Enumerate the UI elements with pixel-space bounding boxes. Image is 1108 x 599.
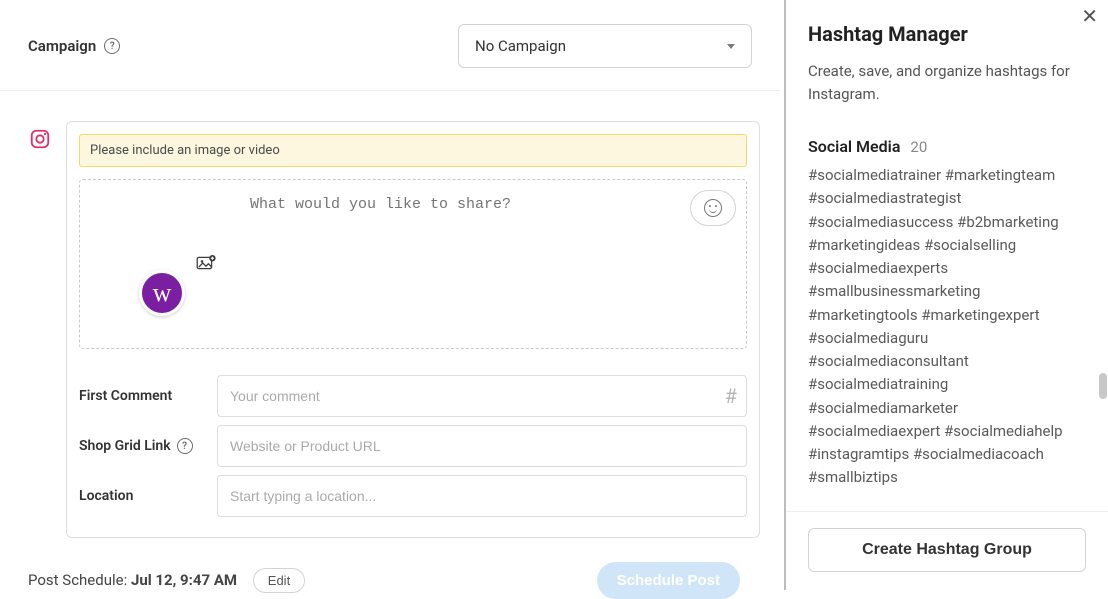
location-label: Location — [79, 488, 207, 504]
media-required-alert: Please include an image or video — [79, 134, 747, 167]
emoji-picker-button[interactable] — [690, 190, 736, 226]
hashtag-group-header[interactable]: Social Media 20 — [808, 137, 1086, 156]
shop-grid-label: Shop Grid Link — [79, 438, 171, 454]
main-panel: Campaign ? No Campaign Please include an… — [0, 0, 780, 590]
help-icon[interactable]: ? — [177, 438, 193, 454]
hashtag-button[interactable]: # — [725, 384, 737, 408]
hashtag-manager-desc: Create, save, and organize hashtags for … — [808, 60, 1086, 105]
location-input[interactable] — [217, 475, 747, 517]
help-icon[interactable]: ? — [104, 38, 120, 54]
campaign-row: Campaign ? No Campaign — [0, 0, 780, 91]
first-comment-label: First Comment — [79, 388, 207, 404]
campaign-select[interactable]: No Campaign — [458, 24, 752, 68]
composer-wrap: Please include an image or video w — [0, 91, 780, 538]
hashtag-manager-panel: ✕ Hashtag Manager Create, save, and orga… — [784, 0, 1108, 590]
campaign-label: Campaign — [28, 37, 96, 55]
shop-grid-row: Shop Grid Link ? — [79, 425, 747, 467]
emoji-icon — [704, 199, 722, 217]
hashtag-manager-content: Hashtag Manager Create, save, and organi… — [786, 0, 1108, 511]
close-icon[interactable]: ✕ — [1081, 4, 1098, 28]
create-hashtag-group-button[interactable]: Create Hashtag Group — [808, 528, 1086, 572]
composer-form: First Comment # Shop Grid Link ? — [79, 375, 747, 517]
first-comment-input[interactable] — [217, 375, 747, 417]
hashtag-manager-title: Hashtag Manager — [808, 22, 1086, 46]
schedule-post-button[interactable]: Schedule Post — [597, 562, 740, 599]
post-footer: Post Schedule: Jul 12, 9:47 AM Edit Sche… — [0, 562, 760, 599]
hashtag-group-count: 20 — [910, 138, 927, 156]
location-row: Location — [79, 475, 747, 517]
hashtag-manager-footer: Create Hashtag Group — [786, 511, 1108, 590]
media-thumb: w — [92, 192, 232, 338]
chevron-down-icon — [727, 44, 735, 49]
account-avatar: w — [139, 270, 185, 316]
media-dropzone[interactable]: w — [79, 179, 747, 349]
schedule-info: Post Schedule: Jul 12, 9:47 AM Edit — [28, 568, 305, 593]
add-media-icon[interactable] — [196, 255, 216, 271]
scrollbar-thumb[interactable] — [1099, 373, 1107, 399]
caption-input[interactable] — [232, 192, 690, 336]
campaign-selected-value: No Campaign — [475, 37, 566, 55]
schedule-prefix: Post Schedule: — [28, 571, 131, 589]
shop-grid-input[interactable] — [217, 425, 747, 467]
schedule-time: Jul 12, 9:47 AM — [131, 571, 237, 589]
avatar-letter: w — [153, 278, 172, 308]
hashtag-list[interactable]: #socialmediatrainer #marketingteam #soci… — [808, 164, 1086, 490]
first-comment-row: First Comment # — [79, 375, 747, 417]
edit-schedule-button[interactable]: Edit — [253, 568, 305, 593]
composer-card: Please include an image or video w — [66, 121, 760, 538]
hashtag-group-name: Social Media — [808, 137, 900, 156]
instagram-icon — [28, 127, 52, 151]
